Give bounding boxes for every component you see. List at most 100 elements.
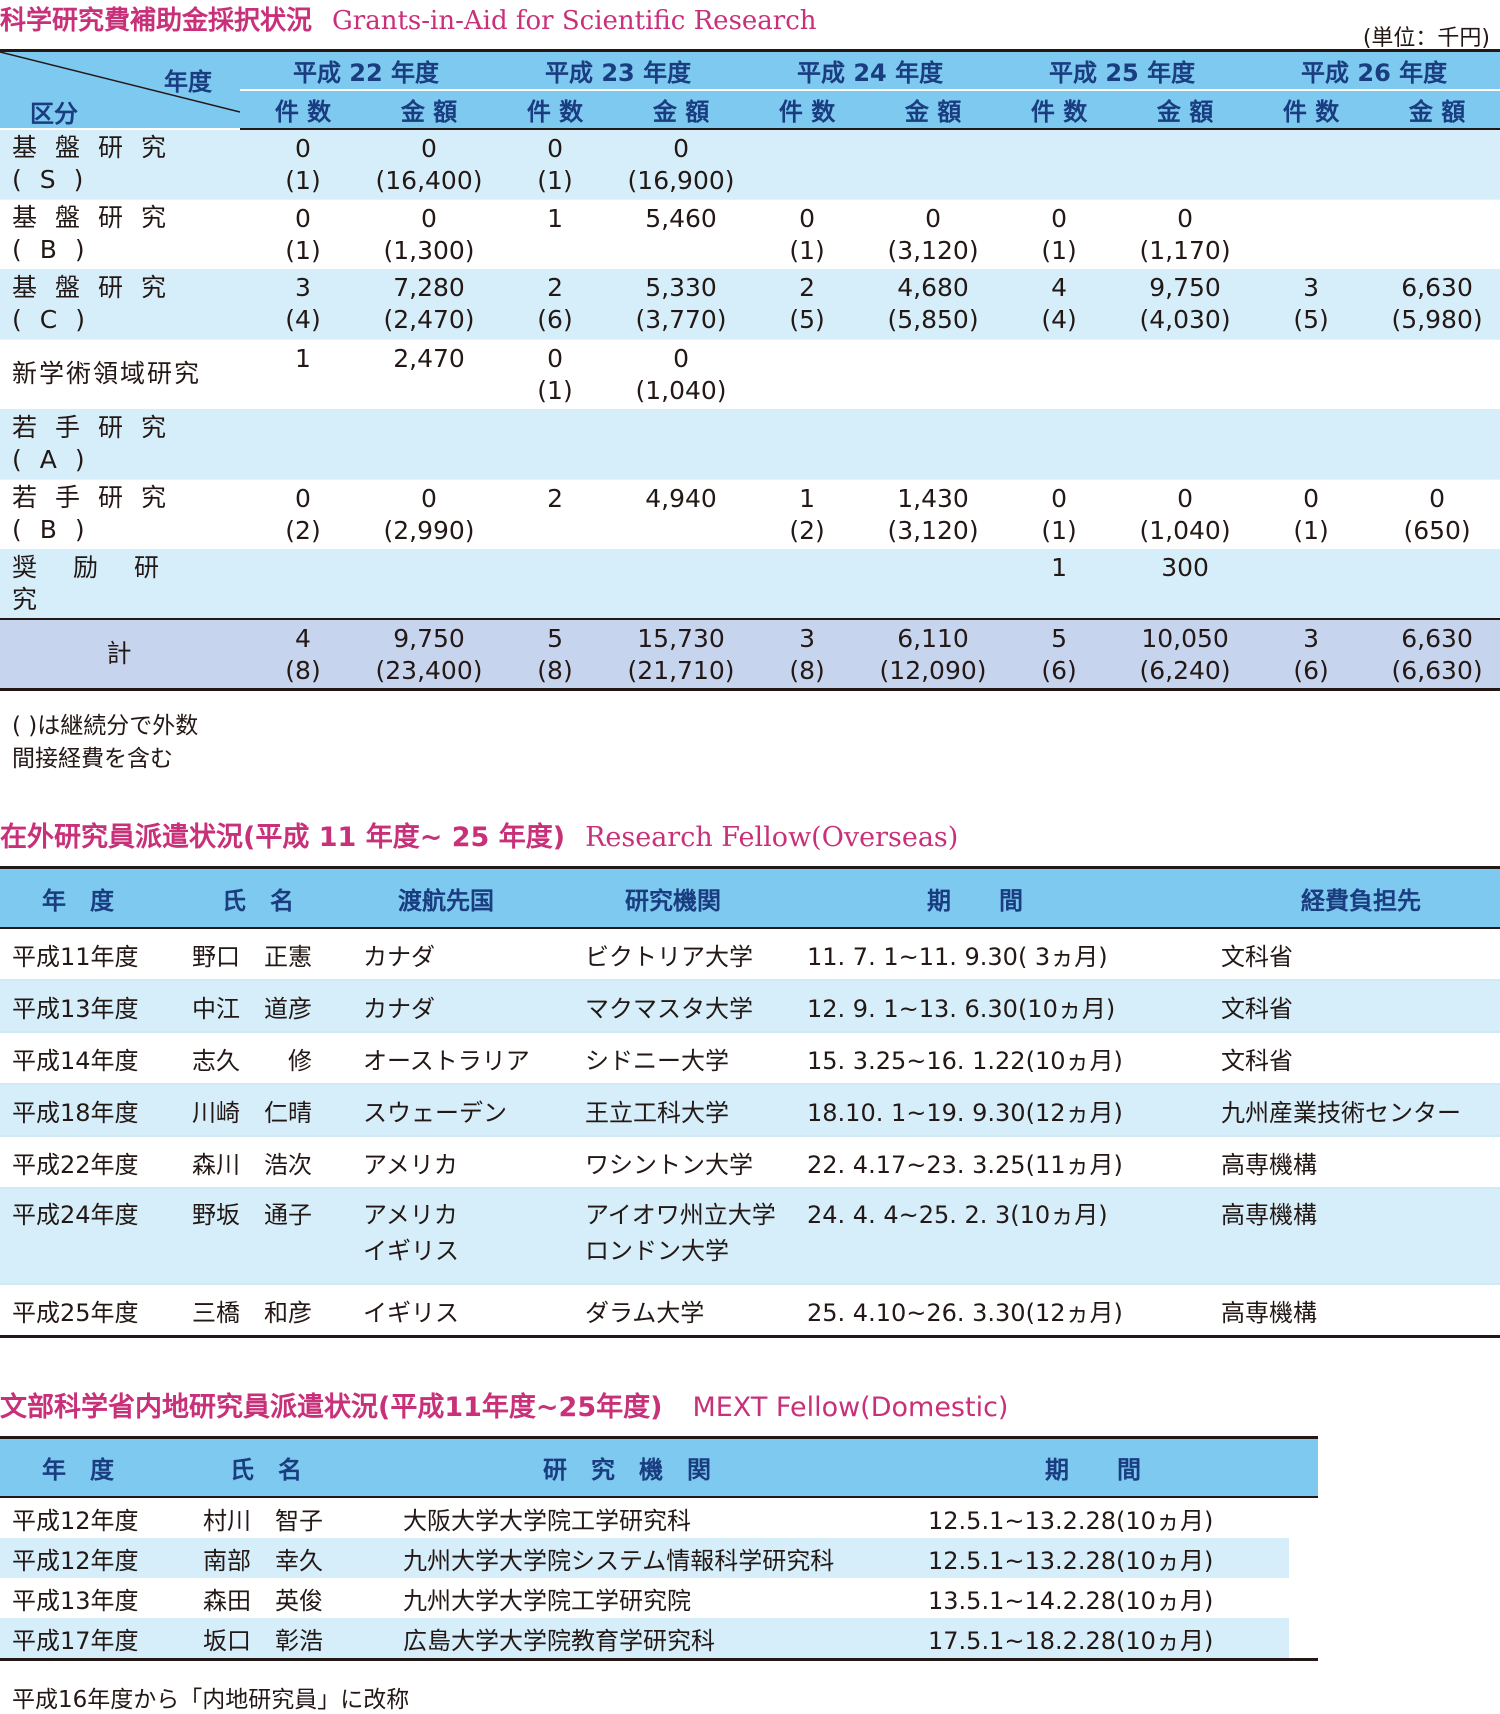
year-header: 平成 22 年度 [240, 50, 493, 91]
grants-table: 年度 区分 平成 22 年度 平成 23 年度 平成 24 年度 平成 25 年… [0, 49, 1500, 691]
country-cell-line: イギリス [363, 1237, 459, 1265]
domestic-note: 平成16年度から「内地研究員」に改称 [12, 1687, 410, 1713]
amount-cell: 7,280 (2,470) [366, 269, 493, 339]
table-row: 奨励研究 1 300 [0, 549, 1500, 619]
cell-value: 0 [295, 203, 311, 233]
count-cell: 2 (6) [492, 269, 619, 339]
cell-continuation: (3,120) [887, 515, 979, 545]
cell-value: 0 [547, 134, 563, 163]
count-cell: 1 [492, 198, 619, 269]
col-institution: 研 究 機 関 [403, 1437, 928, 1498]
cell-value: 0 [421, 483, 437, 513]
amount-header: 金 額 [1122, 90, 1249, 130]
cell-continuation: (2,990) [383, 515, 475, 545]
amount-cell [1374, 338, 1500, 409]
funding-cell: 文科省 [1221, 979, 1500, 1032]
count-cell [1248, 549, 1375, 619]
count-cell: 1 (2) [744, 478, 871, 549]
cell-value: 0 [1051, 203, 1067, 233]
funding-cell: 文科省 [1221, 1031, 1500, 1084]
table-row: 基盤研究(C) 3 (4) 7,280 (2,470) 2 (6) 5,330 (3,770) 2… [0, 269, 1500, 339]
count-header: 件 数 [996, 90, 1123, 130]
amount-cell: 4,940 [618, 478, 745, 549]
cell-value: 0 [1177, 203, 1193, 233]
cell-continuation: (6,630) [1391, 656, 1483, 685]
cell-value: 0 [547, 343, 563, 373]
year-cell: 平成18年度 [0, 1083, 192, 1136]
category-cell: 若手研究(B) [0, 478, 240, 549]
table-row: 若手研究(A) [0, 409, 1500, 479]
count-cell: 0 (1) [1248, 478, 1375, 549]
institution-cell: ワシントン大学 [585, 1135, 807, 1188]
category-cell: 基盤研究(S) [0, 129, 240, 199]
table-row: 平成13年度 中江 道彦 カナダ マクマスタ大学 12. 9. 1~13. 6.30(1… [0, 979, 1500, 1032]
row-end [1289, 1497, 1318, 1538]
table-row: 平成17年度 坂口 彰浩 広島大学大学院教育学研究科 17.5.1~18.2.28(1… [0, 1618, 1318, 1660]
col-country: 渡航先国 [363, 867, 585, 929]
col-name: 氏 名 [192, 867, 363, 929]
cell-value: 1 [295, 343, 311, 373]
cell-value: 0 [799, 203, 815, 233]
funding-cell: 高専機構 [1221, 1283, 1500, 1337]
institution-cell-line: ロンドン大学 [585, 1237, 729, 1265]
count-cell [744, 409, 871, 479]
count-cell: 4 (4) [996, 269, 1123, 339]
period-cell: 24. 4. 4~25. 2. 3(10ヵ月) [807, 1187, 1221, 1284]
count-cell [1248, 198, 1375, 269]
count-cell: 0 (2) [240, 478, 366, 549]
table-row: 平成14年度 志久 修オーストラリア シドニー大学 15. 3.25~16. 1.22… [0, 1031, 1500, 1084]
period-cell: 18.10. 1~19. 9.30(12ヵ月) [807, 1083, 1221, 1136]
cell-continuation: (1,170) [1139, 235, 1231, 265]
year-cell: 平成13年度 [0, 979, 192, 1032]
table-row: 平成11年度 野口 正憲 カナダ ビクトリア大学 11. 7. 1~11. 9.30( … [0, 928, 1500, 980]
cell-continuation: (23,400) [375, 656, 483, 685]
amount-cell: 10,050 (6,240) [1122, 618, 1249, 689]
count-cell [1248, 129, 1375, 199]
cell-continuation: (1) [537, 166, 573, 195]
year-cell: 平成11年度 [12, 942, 139, 971]
name-cell: 野坂 通子 [192, 1187, 363, 1284]
count-cell [744, 129, 871, 199]
institution-cell: マクマスタ大学 [585, 979, 807, 1032]
period-cell: 15. 3.25~16. 1.22(10ヵ月) [807, 1031, 1221, 1084]
cell-value: 10,050 [1141, 624, 1229, 653]
cell-continuation: (3,770) [635, 305, 727, 334]
cell-continuation: (8) [537, 656, 573, 685]
funding-cell: 九州産業技術センター [1221, 1083, 1500, 1136]
cell-continuation: (1,300) [383, 235, 475, 265]
cell-value: 4 [1051, 273, 1067, 302]
cell-continuation: (5,850) [887, 305, 979, 334]
country-cell-line: アメリカ [363, 1201, 458, 1229]
year-cell: 平成14年度 [0, 1031, 192, 1084]
cell-value: 3 [1303, 624, 1320, 653]
count-cell: 0 (1) [744, 198, 871, 269]
cell-value: 0 [1177, 483, 1193, 513]
category-label: 区分 [30, 100, 78, 128]
cell-continuation: (1) [1041, 515, 1077, 545]
amount-cell [870, 409, 997, 479]
cell-value: 5 [1051, 624, 1067, 653]
cell-value: 4,680 [897, 273, 969, 302]
cell-value: 0 [295, 483, 311, 513]
amount-cell: 6,630 (5,980) [1374, 269, 1500, 339]
amount-cell: 0 (2,990) [366, 478, 493, 549]
cell-continuation: (1) [537, 375, 573, 405]
header-end [1289, 1437, 1318, 1498]
amount-cell: 0 (650) [1374, 478, 1500, 549]
institution-cell: ビクトリア大学 [585, 942, 753, 971]
country-cell: カナダ [363, 942, 435, 971]
table-row: 平成12年度 南部 幸久 九州大学大学院システム情報科学研究科 12.5.1~13.2… [0, 1538, 1318, 1578]
cell-continuation: (21,710) [627, 656, 735, 685]
count-header: 件 数 [1248, 90, 1375, 130]
cell-value: 1,430 [897, 483, 969, 513]
year-header: 平成 26 年度 [1248, 50, 1500, 91]
cell-continuation: (3,120) [887, 235, 979, 265]
cell-value: 0 [421, 203, 437, 233]
cell-value: 6,630 [1401, 624, 1473, 653]
name-cell: 森川 浩次 [192, 1135, 363, 1188]
amount-cell [1374, 198, 1500, 269]
cell-value: 0 [673, 134, 689, 163]
amount-cell: 0 (16,900) [618, 129, 745, 199]
amount-cell: 0 (3,120) [870, 198, 997, 269]
row-end [1289, 1538, 1318, 1578]
